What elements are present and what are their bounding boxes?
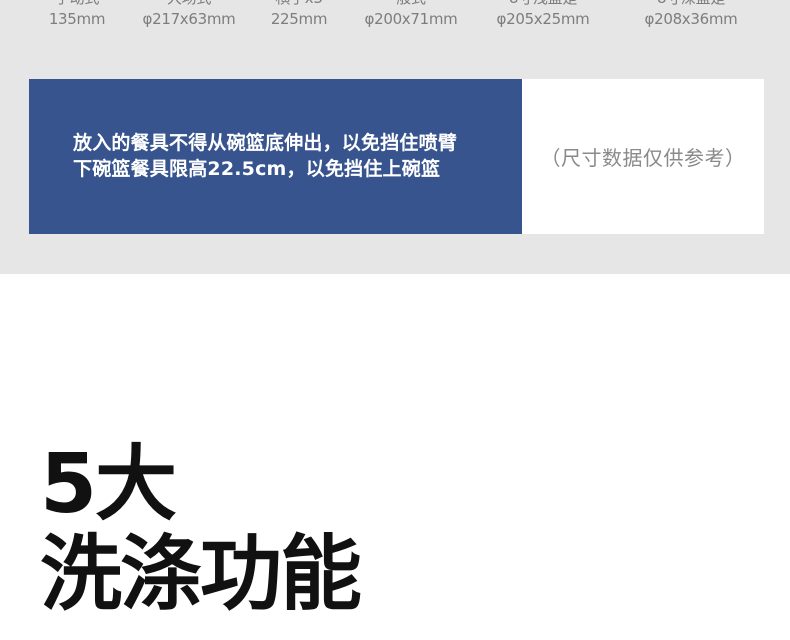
dimension-item: 8寸深盘是 φ208x36mm <box>638 0 744 30</box>
heading-line-2: 洗涤功能 <box>40 527 362 622</box>
dimension-size: φ217x63mm <box>142 10 236 28</box>
dimension-size: φ208x36mm <box>644 10 738 28</box>
dimension-label: 8寸深盘是 <box>638 0 744 9</box>
notice-line-1: 放入的餐具不得从碗篮底伸出，以免挡住喷臂 <box>73 132 458 154</box>
section-heading: 5大 洗涤功能 <box>40 437 362 622</box>
disclaimer-text: （尺寸数据仅供参考） <box>540 146 746 170</box>
dimension-label: 8寸浅盘是 <box>490 0 596 9</box>
dimension-size: 135mm <box>48 10 106 28</box>
dimension-label: 横手x3 <box>262 0 336 9</box>
dimension-label: 大场式 <box>136 0 242 9</box>
notice-line-2: 下碗篮餐具限高22.5cm，以免挡住上碗篮 <box>73 158 441 180</box>
notice-panel: 放入的餐具不得从碗篮底伸出，以免挡住喷臂 下碗篮餐具限高22.5cm，以免挡住上… <box>29 79 764 234</box>
spec-band: 手动式 135mm 大场式 φ217x63mm 横手x3 225mm 般式 φ2… <box>0 0 790 274</box>
notice-text-box: 放入的餐具不得从碗篮底伸出，以免挡住喷臂 下碗篮餐具限高22.5cm，以免挡住上… <box>29 79 522 234</box>
dimension-item: 手动式 135mm <box>40 0 114 30</box>
dimension-item: 8寸浅盘是 φ205x25mm <box>490 0 596 30</box>
dimension-row: 手动式 135mm 大场式 φ217x63mm 横手x3 225mm 般式 φ2… <box>0 0 790 40</box>
dimension-item: 般式 φ200x71mm <box>358 0 464 30</box>
dimension-size: 225mm <box>270 10 328 28</box>
dimension-label: 手动式 <box>40 0 114 9</box>
disclaimer-box: （尺寸数据仅供参考） <box>522 79 764 234</box>
heading-line-1: 5大 <box>40 437 177 532</box>
dimension-size: φ200x71mm <box>364 10 458 28</box>
dimension-label: 般式 <box>358 0 464 9</box>
dimension-size: φ205x25mm <box>496 10 590 28</box>
dimension-item: 横手x3 225mm <box>262 0 336 30</box>
dimension-item: 大场式 φ217x63mm <box>136 0 242 30</box>
